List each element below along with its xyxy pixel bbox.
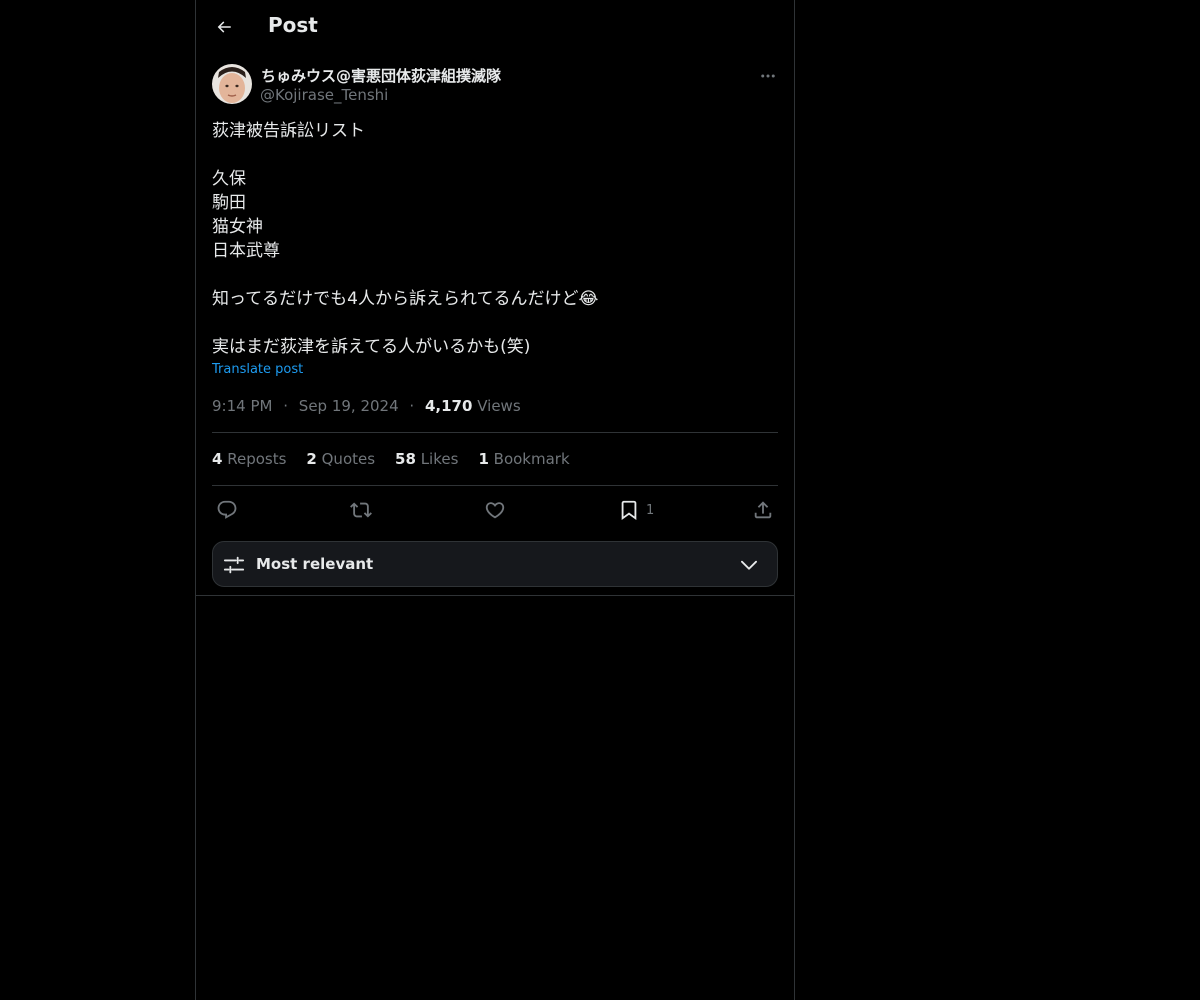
more-button[interactable] — [758, 66, 778, 86]
quotes-count: 2 — [306, 450, 317, 468]
section-border — [196, 595, 794, 596]
meta-separator: · — [283, 397, 289, 415]
meta-separator: · — [409, 397, 415, 415]
sort-label: Most relevant — [256, 555, 374, 573]
repost-icon — [350, 502, 372, 518]
heart-icon — [485, 502, 505, 519]
bookmarks-count: 1 — [478, 450, 489, 468]
reply-button[interactable] — [216, 496, 238, 524]
post-line: 猫女神 — [212, 217, 263, 237]
back-button[interactable] — [208, 11, 240, 43]
likes-stat[interactable]: 58 Likes — [395, 450, 458, 468]
divider — [212, 485, 778, 486]
author-name[interactable]: ちゅみウス@害悪団体荻津組撲滅隊 — [261, 65, 501, 86]
bookmarks-stat[interactable]: 1 Bookmark — [478, 450, 569, 468]
views-count: 4,170 — [424, 397, 473, 415]
more-dots-icon — [761, 74, 775, 78]
post-line: 荻津被告訴訟リスト — [212, 121, 365, 141]
author-handle[interactable]: @Kojirase_Tenshi — [260, 86, 388, 104]
translate-post-link[interactable]: Translate post — [212, 362, 303, 377]
views-label: Views — [477, 397, 521, 415]
post-line-gap — [212, 263, 778, 287]
post-line: 知ってるだけでも4人から訴えられてるんだけど — [212, 289, 579, 309]
post-text: 荻津被告訴訟リスト 久保 駒田 猫女神 日本武尊 知ってるだけでも4人から訴えら… — [212, 119, 778, 359]
post-line: 日本武尊 — [212, 241, 280, 261]
post-line-gap — [212, 143, 778, 167]
reply-icon — [217, 500, 237, 519]
arrow-left-icon — [217, 21, 231, 33]
share-button[interactable] — [752, 496, 774, 524]
post-line-with-emoji: 知ってるだけでも4人から訴えられてるんだけど😂 — [212, 287, 778, 311]
post-line: 久保 — [212, 169, 246, 189]
avatar[interactable] — [212, 64, 252, 104]
replies-sort-dropdown[interactable]: Most relevant — [212, 541, 778, 587]
page-title: Post — [268, 13, 318, 37]
post-date[interactable]: Sep 19, 2024 — [299, 397, 399, 415]
post-author: ちゅみウス@害悪団体荻津組撲滅隊 @Kojirase_Tenshi — [212, 64, 778, 108]
bookmark-button[interactable]: 1 — [618, 496, 654, 524]
bookmarks-label: Bookmark — [493, 450, 570, 468]
post-column: Post ちゅみウス@害悪団体荻津組撲滅隊 @Kojirase_Tenshi 荻… — [195, 0, 795, 1000]
post-line: 実はまだ荻津を訴えてる人がいるかも(笑) — [212, 337, 531, 357]
post-actions: 1 — [212, 496, 778, 524]
post-header: Post — [196, 0, 794, 54]
post-line-gap — [212, 311, 778, 335]
likes-count: 58 — [395, 450, 416, 468]
reposts-count: 4 — [212, 450, 223, 468]
bookmark-icon — [621, 500, 637, 521]
reposts-label: Reposts — [227, 450, 287, 468]
laughing-emoji: 😂 — [578, 289, 599, 309]
chevron-down-icon — [741, 560, 757, 570]
quotes-stat[interactable]: 2 Quotes — [306, 450, 375, 468]
divider — [212, 432, 778, 433]
post-stats: 4 Reposts 2 Quotes 58 Likes 1 Bookmark — [212, 450, 570, 468]
bookmark-count: 1 — [646, 502, 655, 518]
reposts-stat[interactable]: 4 Reposts — [212, 450, 286, 468]
likes-label: Likes — [420, 450, 459, 468]
quotes-label: Quotes — [321, 450, 376, 468]
user-avatar-icon — [212, 64, 252, 104]
share-icon — [754, 501, 772, 519]
repost-button[interactable] — [350, 496, 372, 524]
post-time[interactable]: 9:14 PM — [212, 397, 272, 415]
like-button[interactable] — [484, 496, 506, 524]
post-meta: 9:14 PM · Sep 19, 2024 · 4,170 Views — [212, 397, 521, 415]
post-line: 駒田 — [212, 193, 246, 213]
sliders-icon — [223, 556, 245, 574]
